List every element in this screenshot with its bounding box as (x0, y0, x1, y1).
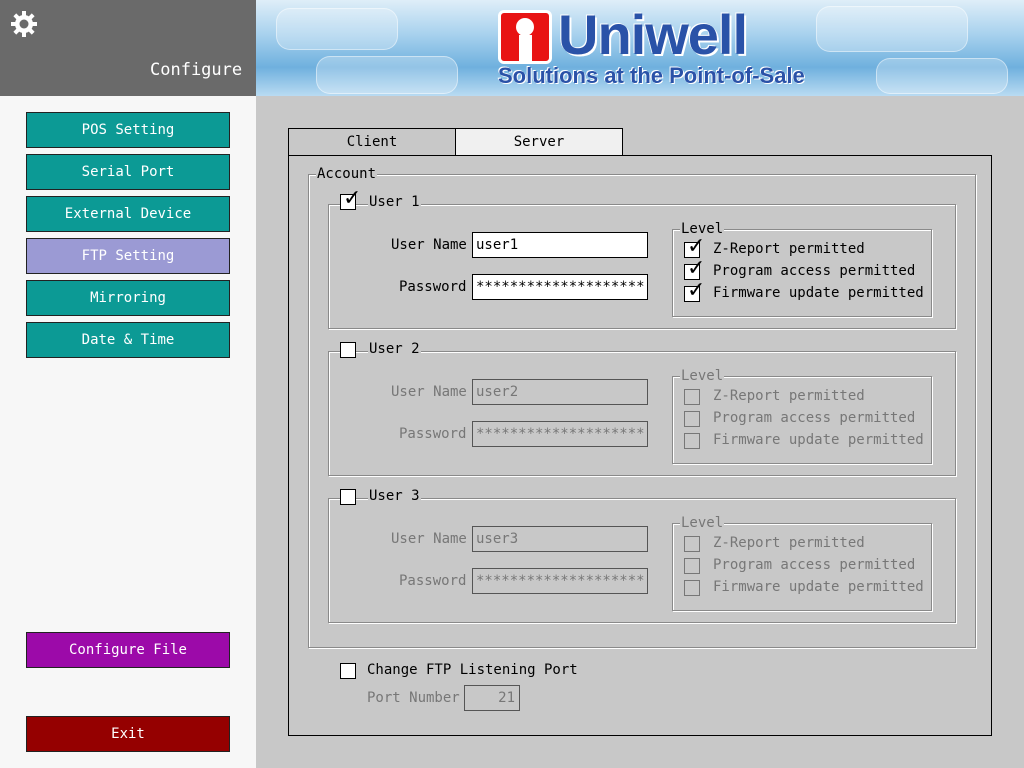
user3-program-access-checkbox[interactable] (684, 558, 700, 574)
brand-tagline: Solutions at the Point-of-Sale (498, 63, 805, 88)
change-ftp-port-checkbox[interactable] (340, 663, 356, 679)
user2-label: User 2 (368, 341, 421, 357)
user3-program-access-label: Program access permitted (713, 557, 916, 573)
port-number-input[interactable]: 21 (464, 685, 520, 711)
user2-firmware-update-label: Firmware update permitted (713, 432, 924, 448)
user3-firmware-update-label: Firmware update permitted (713, 579, 924, 595)
user1-label: User 1 (368, 194, 421, 210)
sidebar-item-date-time[interactable]: Date & Time (26, 322, 230, 358)
page-title: Configure (150, 60, 243, 80)
sidebar-item-serial-port[interactable]: Serial Port (26, 154, 230, 190)
uniwell-logo-icon (498, 10, 552, 64)
sidebar-item-ftp-setting[interactable]: FTP Setting (26, 238, 230, 274)
user3-level-legend: Level (680, 515, 725, 531)
sidebar-item-external-device[interactable]: External Device (26, 196, 230, 232)
header-left-panel: Configure (0, 0, 256, 96)
tab-client[interactable]: Client (288, 128, 456, 156)
user1-enable-checkbox[interactable]: ✓ (340, 188, 361, 210)
user1-firmware-update-checkbox[interactable]: ✓ (684, 280, 705, 302)
user3-label: User 3 (368, 488, 421, 504)
user1-password-input[interactable]: ******************** (472, 274, 648, 300)
user3-zreport-checkbox[interactable] (684, 536, 700, 552)
user2-firmware-update-checkbox[interactable] (684, 433, 700, 449)
user3-password-input[interactable]: ******************** (472, 568, 648, 594)
user1-program-access-label: Program access permitted (713, 263, 916, 279)
check-icon: ✓ (687, 256, 706, 281)
port-number-label: Port Number (367, 690, 460, 706)
user2-level-legend: Level (680, 368, 725, 384)
exit-button[interactable]: Exit (26, 716, 230, 752)
user3-enable-checkbox[interactable] (340, 489, 356, 505)
gear-icon[interactable] (10, 10, 38, 38)
brand-name: Uniwell (558, 3, 748, 66)
user1-username-input[interactable]: user1 (472, 232, 648, 258)
user3-zreport-label: Z-Report permitted (713, 535, 865, 551)
user2-username-input[interactable]: user2 (472, 379, 648, 405)
check-icon: ✓ (687, 234, 706, 259)
user2-username-label: User Name (391, 384, 467, 400)
user3-username-input[interactable]: user3 (472, 526, 648, 552)
user2-password-label: Password (399, 426, 467, 442)
sidebar-item-mirroring[interactable]: Mirroring (26, 280, 230, 316)
change-ftp-port-label: Change FTP Listening Port (367, 662, 578, 678)
tab-server[interactable]: Server (455, 128, 623, 156)
check-icon: ✓ (687, 278, 706, 303)
user2-program-access-checkbox[interactable] (684, 411, 700, 427)
check-icon: ✓ (343, 186, 362, 211)
user2-password-input[interactable]: ******************** (472, 421, 648, 447)
user3-username-label: User Name (391, 531, 467, 547)
user3-firmware-update-checkbox[interactable] (684, 580, 700, 596)
sidebar-item-pos-setting[interactable]: POS Setting (26, 112, 230, 148)
user2-program-access-label: Program access permitted (713, 410, 916, 426)
user1-firmware-update-label: Firmware update permitted (713, 285, 924, 301)
account-legend: Account (316, 166, 378, 182)
user3-password-label: Password (399, 573, 467, 589)
configure-file-button[interactable]: Configure File (26, 632, 230, 668)
user1-password-label: Password (399, 279, 467, 295)
user2-zreport-checkbox[interactable] (684, 389, 700, 405)
user1-zreport-label: Z-Report permitted (713, 241, 865, 257)
user2-enable-checkbox[interactable] (340, 342, 356, 358)
user2-zreport-label: Z-Report permitted (713, 388, 865, 404)
user1-username-label: User Name (391, 237, 467, 253)
